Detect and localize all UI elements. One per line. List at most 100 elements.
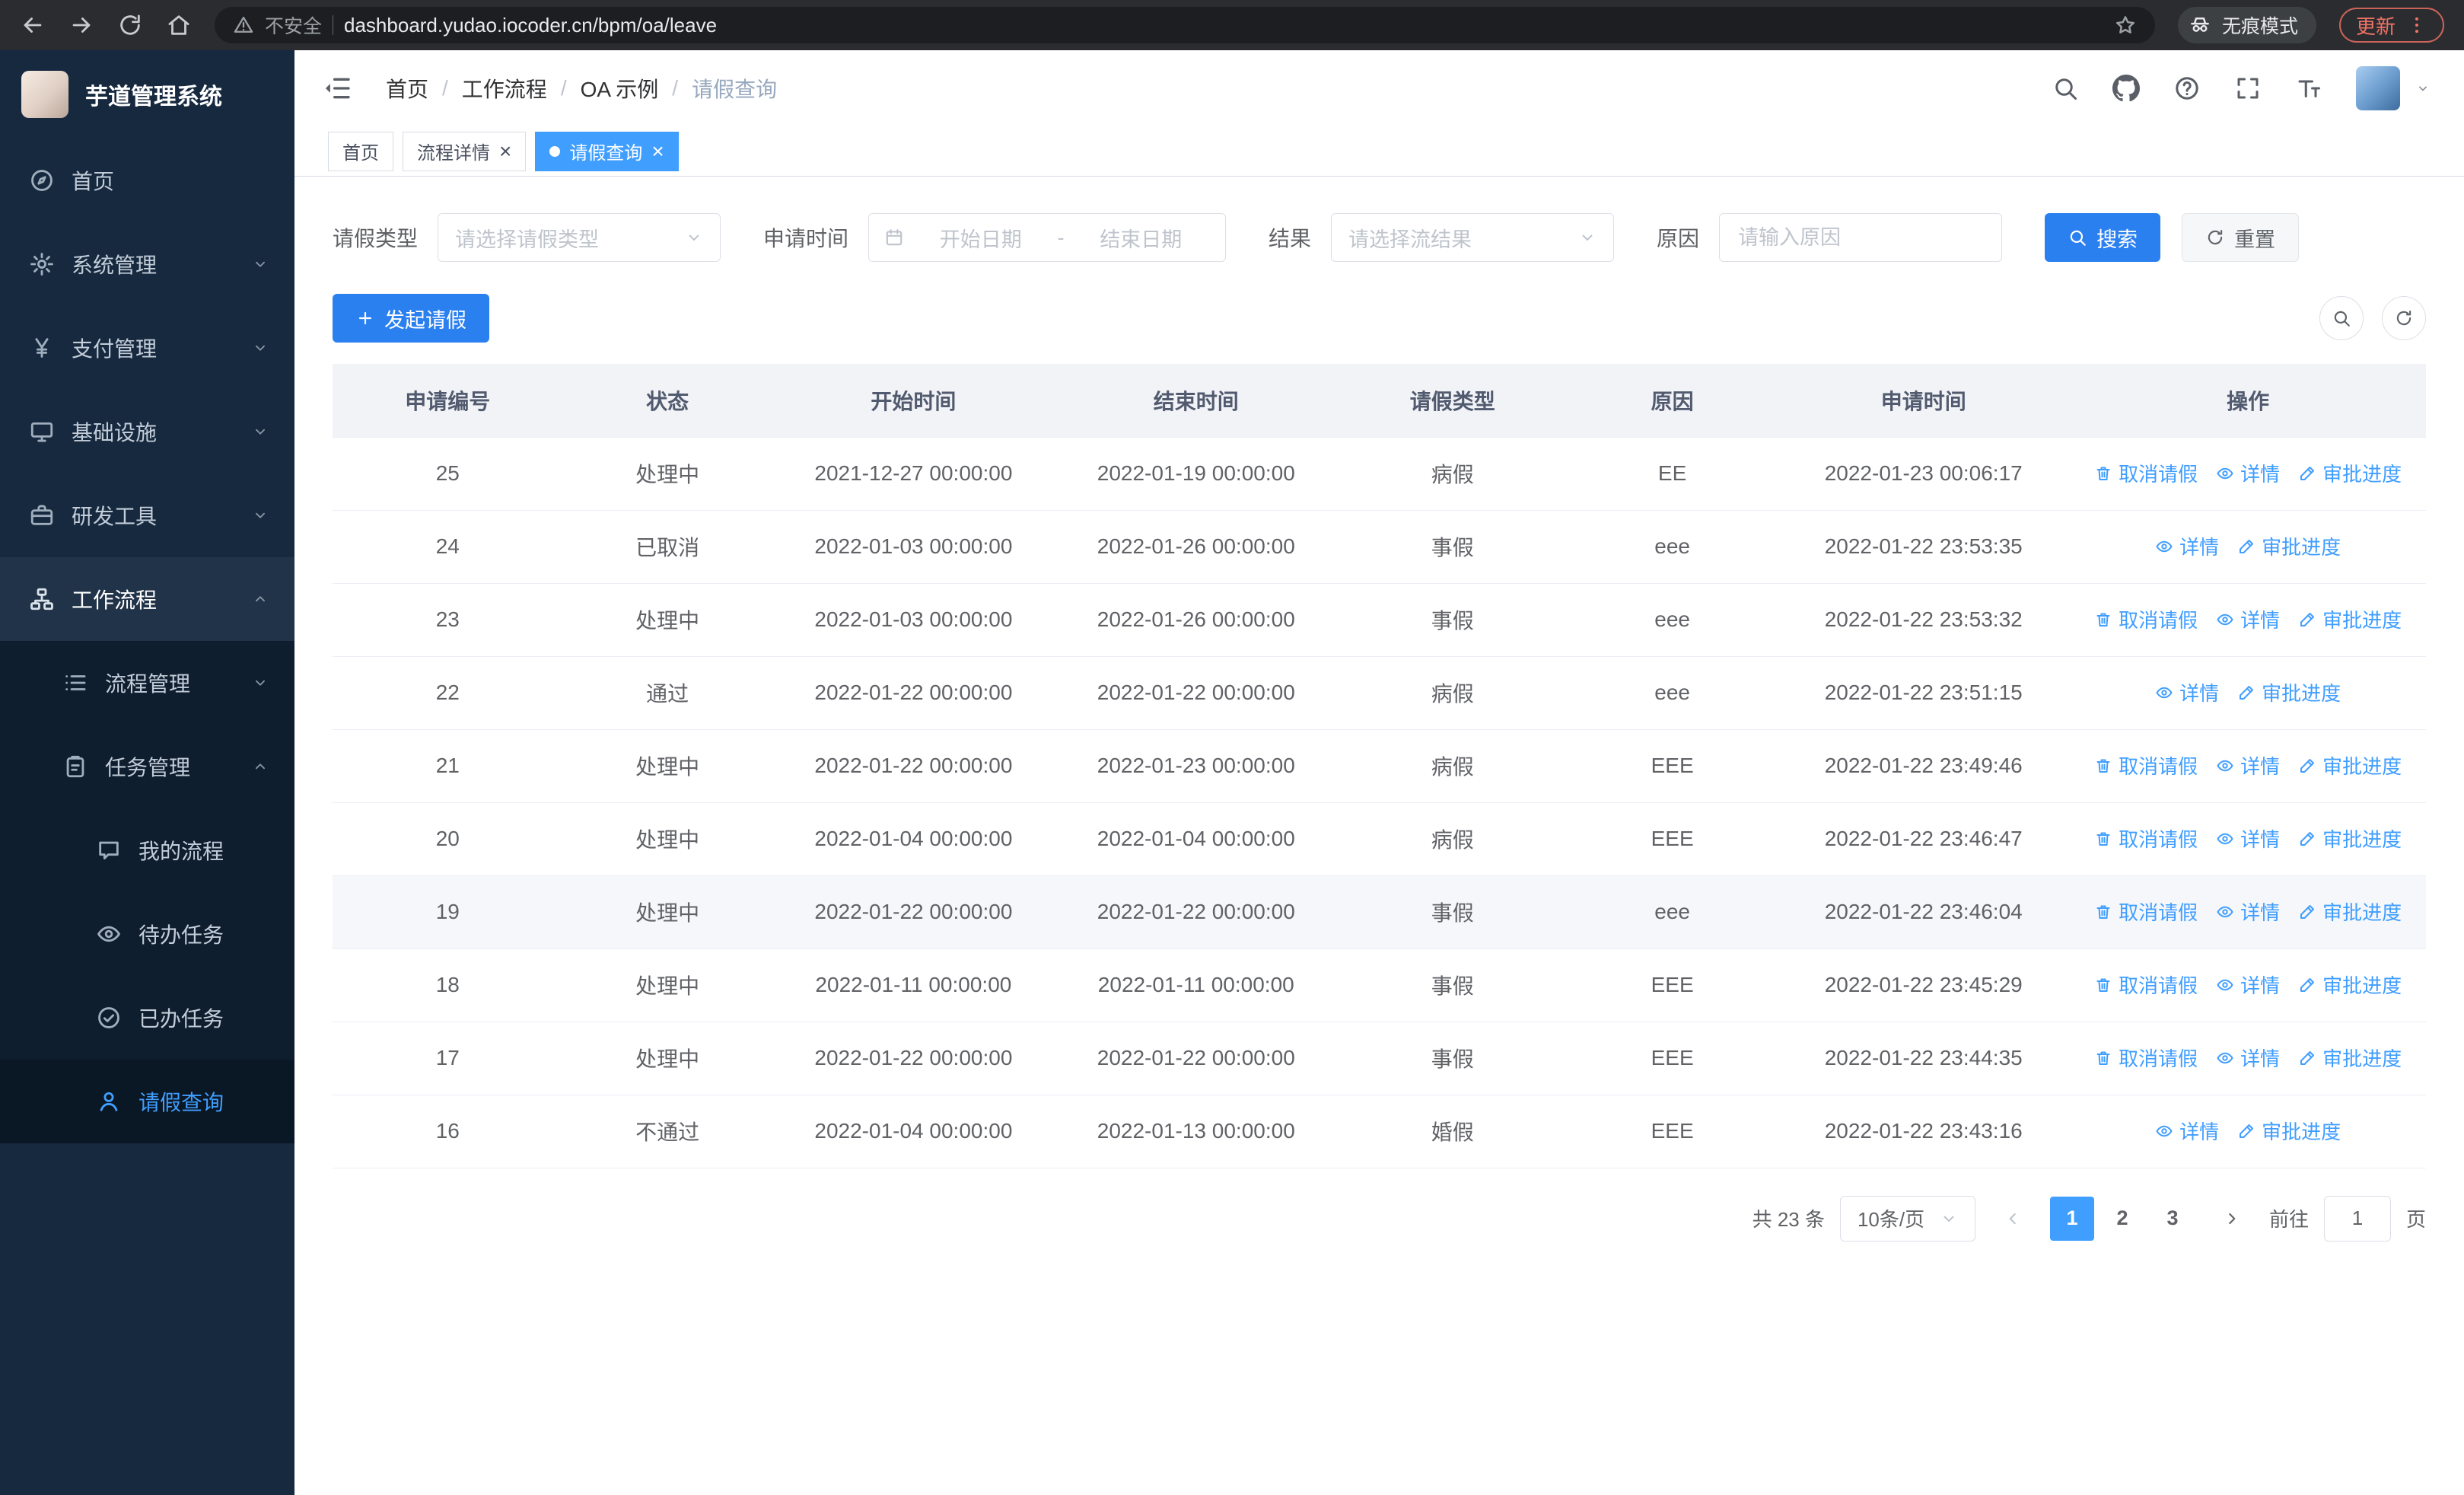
progress-link[interactable]: 审批进度 xyxy=(2298,459,2402,487)
sidebar-item-home[interactable]: 首页 xyxy=(0,139,294,222)
cancel-link[interactable]: 取消请假 xyxy=(2094,459,2198,487)
page-size-select[interactable]: 10条/页 xyxy=(1839,1195,1975,1242)
logo-title: 芋道管理系统 xyxy=(85,84,222,110)
sidebar-item-process-management[interactable]: 流程管理 xyxy=(0,641,294,725)
tab-close-icon[interactable]: × xyxy=(651,140,664,162)
progress-link[interactable]: 审批进度 xyxy=(2298,824,2402,853)
address-bar[interactable]: 不安全 dashboard.yudao.iocoder.cn/bpm/oa/le… xyxy=(215,7,2155,43)
end-date-placeholder: 结束日期 xyxy=(1100,228,1183,251)
chevron-down-icon xyxy=(252,507,269,524)
page-button-1[interactable]: 1 xyxy=(2049,1196,2094,1241)
cell-actions: 详情 审批进度 xyxy=(2070,656,2426,730)
sidebar-item-done-task[interactable]: 已办任务 xyxy=(0,976,294,1060)
sidebar-item-workflow[interactable]: 工作流程 xyxy=(0,557,294,641)
detail-link[interactable]: 详情 xyxy=(2216,605,2280,633)
breadcrumb-item[interactable]: 工作流程 xyxy=(462,73,547,104)
detail-link[interactable]: 详情 xyxy=(2216,1044,2280,1072)
browser-forward-icon[interactable] xyxy=(68,12,94,38)
detail-link[interactable]: 详情 xyxy=(2155,678,2219,706)
toggle-search-form-button[interactable] xyxy=(2319,296,2364,340)
result-select[interactable]: 请选择流结果 xyxy=(1331,213,1615,262)
sidebar-item-label: 任务管理 xyxy=(105,756,191,779)
breadcrumb-item[interactable]: 首页 xyxy=(386,73,428,104)
cell-id: 19 xyxy=(333,875,563,949)
detail-link[interactable]: 详情 xyxy=(2216,971,2280,999)
browser-reload-icon[interactable] xyxy=(117,12,143,38)
refresh-table-button[interactable] xyxy=(2382,296,2426,340)
tab-process-detail[interactable]: 流程详情 × xyxy=(403,131,527,171)
detail-link[interactable]: 详情 xyxy=(2155,1117,2219,1145)
leave-type-select[interactable]: 请选择请假类型 xyxy=(438,213,721,262)
fullscreen-icon[interactable] xyxy=(2234,75,2262,102)
detail-link[interactable]: 详情 xyxy=(2216,751,2280,779)
progress-link[interactable]: 审批进度 xyxy=(2237,678,2341,706)
create-leave-button[interactable]: 发起请假 xyxy=(333,294,489,343)
page-button-3[interactable]: 3 xyxy=(2150,1197,2195,1241)
column-header: 申请编号 xyxy=(333,364,563,438)
cancel-link[interactable]: 取消请假 xyxy=(2094,897,2198,926)
tab-leave-query[interactable]: 请假查询 × xyxy=(535,131,679,171)
sidebar-item-leave-query[interactable]: 请假查询 xyxy=(0,1060,294,1143)
security-warning-icon[interactable] xyxy=(233,14,254,36)
detail-link[interactable]: 详情 xyxy=(2216,459,2280,487)
prev-page-button[interactable] xyxy=(1991,1197,2035,1241)
browser-menu-icon[interactable] xyxy=(2406,14,2427,36)
browser-back-icon[interactable] xyxy=(20,12,46,38)
cell-leave-type: 事假 xyxy=(1337,510,1568,584)
user-avatar[interactable] xyxy=(2356,66,2400,110)
cancel-link[interactable]: 取消请假 xyxy=(2094,751,2198,779)
apply-time-range-picker[interactable]: 开始日期 - 结束日期 xyxy=(868,213,1227,262)
breadcrumb-item[interactable]: OA 示例 xyxy=(581,73,659,104)
sidebar-item-devtools[interactable]: 研发工具 xyxy=(0,473,294,557)
sidebar-item-task-management[interactable]: 任务管理 xyxy=(0,725,294,808)
tab-close-icon[interactable]: × xyxy=(499,140,511,162)
cell-start-time: 2022-01-11 00:00:00 xyxy=(772,948,1055,1022)
caret-down-icon[interactable] xyxy=(2415,81,2431,96)
font-size-icon[interactable] xyxy=(2295,75,2322,102)
progress-link[interactable]: 审批进度 xyxy=(2237,532,2341,560)
start-date-placeholder: 开始日期 xyxy=(939,228,1022,251)
tab-home[interactable]: 首页 xyxy=(328,131,393,171)
column-header: 状态 xyxy=(562,364,772,438)
tags-view: 首页 流程详情 × 请假查询 × xyxy=(294,126,2464,177)
sidebar-item-payment[interactable]: 支付管理 xyxy=(0,306,294,390)
cancel-link[interactable]: 取消请假 xyxy=(2094,605,2198,633)
eye-icon xyxy=(2155,1122,2173,1140)
sidebar: 芋道管理系统 首页 系统管理 支付管理 基础设施 研发工具 工作流程流程管理任务管理我的流… xyxy=(0,50,294,1495)
progress-link[interactable]: 审批进度 xyxy=(2298,605,2402,633)
total-count: 共 23 条 xyxy=(1752,1208,1825,1231)
reason-input[interactable] xyxy=(1719,213,2003,262)
github-icon[interactable] xyxy=(2112,75,2140,102)
search-button[interactable]: 搜索 xyxy=(2045,213,2161,262)
sidebar-collapse-icon[interactable] xyxy=(322,73,352,104)
detail-link[interactable]: 详情 xyxy=(2216,897,2280,926)
sidebar-item-label: 流程管理 xyxy=(105,672,191,696)
browser-home-icon[interactable] xyxy=(166,12,192,38)
cancel-link[interactable]: 取消请假 xyxy=(2094,824,2198,853)
edit-icon xyxy=(2298,1049,2316,1067)
help-icon[interactable] xyxy=(2173,75,2201,102)
sidebar-item-my-process[interactable]: 我的流程 xyxy=(0,808,294,892)
detail-link[interactable]: 详情 xyxy=(2155,532,2219,560)
sidebar-item-system[interactable]: 系统管理 xyxy=(0,222,294,306)
cancel-link[interactable]: 取消请假 xyxy=(2094,971,2198,999)
cancel-link[interactable]: 取消请假 xyxy=(2094,1044,2198,1072)
goto-page-input[interactable] xyxy=(2323,1195,2391,1242)
cell-actions: 取消请假 详情 审批进度 xyxy=(2070,1022,2426,1095)
progress-link[interactable]: 审批进度 xyxy=(2237,1117,2341,1145)
eye-icon xyxy=(2216,757,2234,775)
search-icon[interactable] xyxy=(2052,75,2079,102)
bookmark-star-icon[interactable] xyxy=(2114,14,2137,37)
detail-link[interactable]: 详情 xyxy=(2216,824,2280,853)
progress-link[interactable]: 审批进度 xyxy=(2298,897,2402,926)
progress-link[interactable]: 审批进度 xyxy=(2298,751,2402,779)
cell-status: 处理中 xyxy=(562,948,772,1022)
sidebar-item-infrastructure[interactable]: 基础设施 xyxy=(0,390,294,473)
next-page-button[interactable] xyxy=(2210,1197,2254,1241)
progress-link[interactable]: 审批进度 xyxy=(2298,1044,2402,1072)
update-chip[interactable]: 更新 xyxy=(2338,8,2444,43)
sidebar-item-todo-task[interactable]: 待办任务 xyxy=(0,892,294,976)
progress-link[interactable]: 审批进度 xyxy=(2298,971,2402,999)
page-button-2[interactable]: 2 xyxy=(2100,1197,2144,1241)
reset-button[interactable]: 重置 xyxy=(2182,213,2300,262)
